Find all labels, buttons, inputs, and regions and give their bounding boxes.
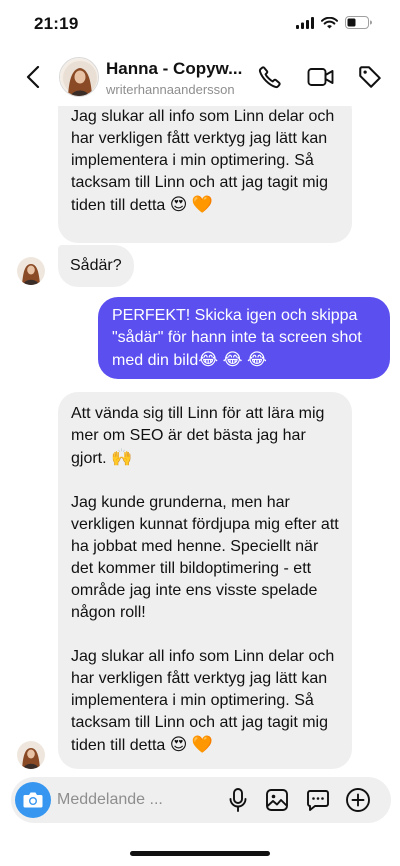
message-paragraph: Jag slukar all info som Linn delar och h… [71,646,340,757]
message-bubble-incoming[interactable]: Jag slukar all info som Linn delar och h… [58,90,352,243]
message-text: Sådär? [70,257,122,274]
heart-eyes-emoji: 😍 [169,735,188,754]
status-time: 21:19 [34,14,79,33]
microphone-icon [229,788,247,812]
message-composer [11,777,391,823]
tears-of-joy-emoji: 😂 [246,350,267,369]
video-icon [307,68,334,86]
phone-icon [258,66,281,89]
contact-name[interactable]: Hanna - Copyw... [106,59,242,79]
home-indicator[interactable] [130,851,270,856]
video-call-button[interactable] [306,63,336,91]
tag-button[interactable] [356,63,384,91]
orange-heart-emoji: 🧡 [191,735,214,754]
message-input[interactable] [57,785,217,815]
add-button[interactable] [345,787,371,813]
status-bar: 21:19 [0,0,400,48]
dm-thread-screen: 21:19 Hanna - Copyw... writerhannaanders… [0,0,400,866]
battery-icon [345,16,372,34]
gallery-icon [266,789,288,811]
profile-avatar[interactable] [59,57,99,97]
message-bubble-outgoing[interactable]: PERFEKT! Skicka igen och skippa "sådär" … [98,297,390,379]
contact-username: writerhannaandersson [106,82,235,97]
message-paragraph: Jag kunde grunderna, men har verkligen k… [71,494,339,621]
orange-heart-emoji: 🧡 [191,195,214,214]
raising-hands-emoji: 🙌 [111,448,133,467]
signal-icon [296,16,314,34]
message-text: Att vända sig till Linn för att lära mig… [71,405,325,467]
status-icons [296,16,372,34]
camera-icon [23,792,43,808]
tears-of-joy-emoji: 😂 [222,350,243,369]
sender-avatar[interactable] [17,257,45,285]
heart-eyes-emoji: 😍 [169,195,188,214]
message-bubble-incoming[interactable]: Sådär? [58,245,134,287]
message-paragraph: Att vända sig till Linn för att lära mig… [71,403,340,470]
back-button[interactable] [18,62,48,92]
sender-avatar[interactable] [17,741,45,769]
gallery-button[interactable] [264,787,290,813]
sticker-icon [307,790,329,811]
sticker-button[interactable] [305,787,331,813]
back-icon [26,66,40,88]
voice-message-button[interactable] [225,787,251,813]
add-icon [346,788,370,812]
chat-header: Hanna - Copyw... writerhannaandersson [0,48,400,106]
message-bubble-incoming[interactable]: Att vända sig till Linn för att lära mig… [58,392,352,769]
wifi-icon [321,16,338,34]
phone-call-button[interactable] [256,63,284,91]
tears-of-joy-emoji: 😂 [198,350,219,369]
camera-button[interactable] [15,782,51,818]
tag-icon [359,66,381,88]
